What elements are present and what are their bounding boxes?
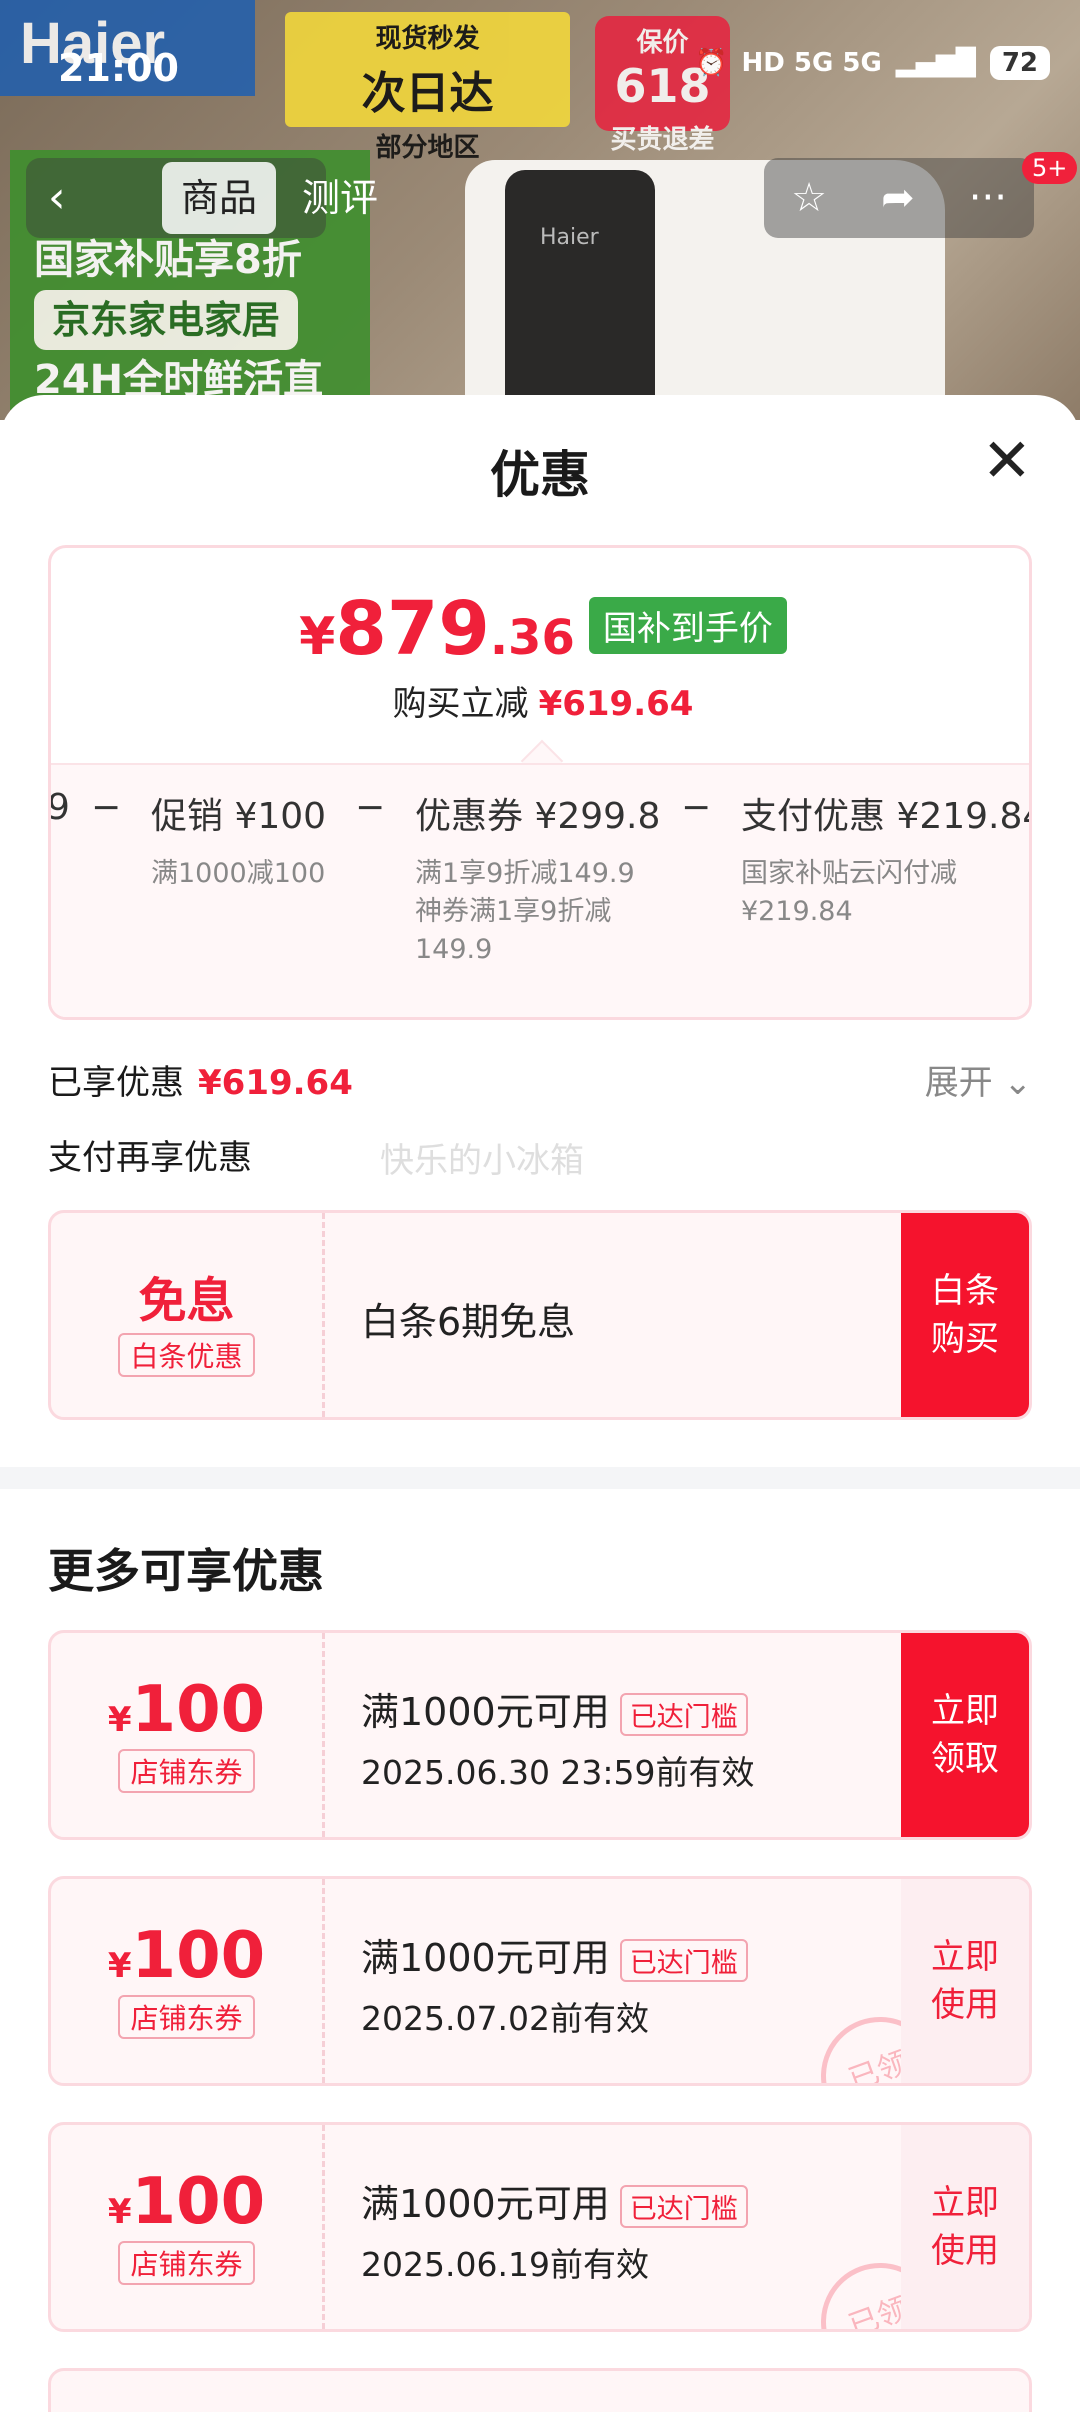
more-icon[interactable]: ··· [969, 175, 1007, 221]
more-discounts-title: 更多可享优惠 [48, 1544, 324, 1598]
minus-sign: − [355, 787, 386, 828]
coupon-condition: 满1000元可用 [361, 2182, 610, 2226]
chevron-down-icon: ⌄ [1003, 1063, 1033, 1103]
threshold-badge: 已达门槛 [619, 2185, 748, 2228]
coupon-yen: ¥ [107, 1700, 132, 1740]
coupon-value: 100 [131, 1673, 266, 1747]
device-brand: Haier [540, 225, 599, 250]
final-price-line: ¥879.36 国补到手价 [51, 586, 1029, 672]
coupon-amount-area: ¥100 店铺东券 [51, 2125, 325, 2329]
gov-subsidy-tag: 国补到手价 [588, 597, 787, 654]
coupon-validity: 2025.06.30 23:59前有效 [361, 1753, 755, 1792]
reduce-label: 购买立减 [392, 684, 529, 724]
threshold-badge: 已达门槛 [619, 1693, 748, 1736]
baitiao-buy-button[interactable]: 白条 购买 [901, 1213, 1029, 1417]
coupon-type-tag: 店铺东券 [118, 2241, 255, 2285]
coupon-condition: 满1000元可用 [361, 1690, 610, 1734]
coupon-yen: ¥ [107, 1946, 132, 1986]
status-time: 21:00 [58, 46, 179, 90]
breakdown-item-coupon: 优惠券 ¥299.8 满1享9折减149.9 神券满1享9折减 149.9 [415, 787, 661, 969]
price-yen: ¥ [299, 607, 336, 667]
coupon-value: 100 [131, 2165, 266, 2239]
chevron-left-icon: ‹ [48, 172, 66, 223]
baitiao-card: 免息 白条优惠 白条6期免息 白条 购买 [48, 1210, 1032, 1420]
use-coupon-button[interactable]: 立即 使用 [901, 2125, 1029, 2329]
breakdown-item-promo: 促销 ¥100 满1000减100 [151, 787, 326, 893]
breakdown-head: 支付优惠 ¥219.84 [741, 796, 1032, 837]
coupon-card: ¥100 店铺东券 满1000元可用 已达门槛 2025.06.30 23:59前… [48, 1630, 1032, 1840]
baitiao-desc-wrap: 白条6期免息 [361, 1291, 575, 1346]
pay-more-title: 支付再享优惠 [48, 1138, 252, 1178]
minus-sign: − [91, 787, 122, 828]
sheet-title: 优惠 [490, 446, 590, 504]
signal-icon: ▂▄▆█ [895, 48, 976, 78]
status-icons: ⏰ HD 5G 5G ▂▄▆█ 72 [695, 46, 1050, 80]
battery-icon: 72 [989, 46, 1050, 80]
coupon-type-tag: 店铺东券 [118, 1995, 255, 2039]
coupon-amount-area: ¥100 店铺东券 [51, 1879, 325, 2083]
baitiao-tag: 白条优惠 [118, 1333, 255, 1377]
nav-actions: ☆ ➦ ··· [764, 158, 1034, 238]
price-summary-card: ¥879.36 国补到手价 购买立减 ¥619.64 9 − 促销 ¥100 满1… [48, 545, 1032, 1020]
coupon-card: ¥100 店铺东券 满1000元可用 已达门槛 2025.06.19前有效 已领 … [48, 2122, 1032, 2332]
final-price: ¥879.36 [299, 586, 575, 672]
claim-coupon-button[interactable]: 立即 领取 [901, 1633, 1029, 1837]
price-integer: 879 [335, 586, 490, 672]
watermark-text: 快乐的小冰箱 [380, 1141, 584, 1181]
baitiao-desc: 白条6期免息 [361, 1300, 576, 1344]
price-decimal: .36 [489, 610, 575, 666]
coupon-validity: 2025.06.19前有效 [361, 2245, 649, 2284]
expand-toggle[interactable]: 展开 ⌄ [925, 1055, 1032, 1104]
alarm-icon: ⏰ [695, 48, 728, 78]
breakdown-sub: 国家补贴云闪付减 ¥219.84 [741, 858, 957, 927]
breakdown-head: 优惠券 ¥299.8 [415, 796, 661, 837]
reduce-value: ¥619.64 [538, 684, 694, 724]
section-divider [0, 1467, 1080, 1489]
enjoyed-label: 已享优惠 [48, 1063, 184, 1103]
threshold-badge: 已达门槛 [619, 1939, 748, 1982]
coupon-condition: 满1000元可用 [361, 1936, 610, 1980]
coupon-value: 100 [131, 1919, 266, 1993]
breakdown-head: 9 [48, 787, 70, 828]
device-panel [505, 170, 655, 420]
coupon-amount-area: ¥100 店铺东券 [51, 1633, 325, 1837]
status-bar: 21:00 ⏰ HD 5G 5G ▂▄▆█ 72 [0, 0, 1080, 140]
use-coupon-button[interactable]: 立即 使用 [901, 1879, 1029, 2083]
enjoyed-discount: 已享优惠 ¥619.64 [48, 1055, 353, 1104]
share-icon[interactable]: ➦ [881, 175, 915, 221]
coupon-info: 满1000元可用 已达门槛 2025.06.30 23:59前有效 [361, 1681, 755, 1794]
expand-label: 展开 [924, 1063, 993, 1103]
coupon-validity: 2025.07.02前有效 [361, 1999, 649, 2038]
coupon-amount: ¥100 [51, 2165, 322, 2239]
baitiao-left: 免息 白条优惠 [51, 1213, 325, 1417]
message-badge: 5+ [1022, 152, 1078, 184]
coupon-amount: ¥100 [51, 1673, 322, 1747]
enjoyed-value: ¥619.64 [198, 1063, 353, 1103]
promo-line1: 国家补贴享8折 [34, 237, 302, 283]
tab-review[interactable]: 测评 [302, 162, 378, 234]
breakdown-item-payment: 支付优惠 ¥219.84 国家补贴云闪付减 ¥219.84 [741, 787, 1032, 931]
network-indicator: HD 5G 5G [741, 48, 882, 78]
tab-goods[interactable]: 商品 [162, 162, 276, 234]
discount-sheet: 优惠 ✕ ¥879.36 国补到手价 购买立减 ¥619.64 9 − 促销 ¥1… [0, 395, 1080, 2412]
breakdown-sub: 满1000减100 [151, 858, 326, 889]
breakdown-head: 促销 ¥100 [151, 796, 327, 837]
discount-breakdown[interactable]: 9 − 促销 ¥100 满1000减100 − 优惠券 ¥299.8 满1享9折… [48, 763, 1032, 1017]
coupon-type-tag: 店铺东券 [118, 1749, 255, 1793]
coupon-amount: ¥100 [51, 1919, 322, 1993]
instant-reduction: 购买立减 ¥619.64 [51, 676, 1029, 725]
close-icon[interactable]: ✕ [982, 431, 1032, 491]
coupon-card-partial [48, 2368, 1032, 2412]
star-icon[interactable]: ☆ [791, 175, 827, 221]
coupon-info: 满1000元可用 已达门槛 2025.06.19前有效 [361, 2173, 748, 2286]
breakdown-item-partial: 9 [48, 787, 70, 828]
coupon-card: ¥100 店铺东券 满1000元可用 已达门槛 2025.07.02前有效 已领 … [48, 1876, 1032, 2086]
minus-sign: − [681, 787, 712, 828]
coupon-yen: ¥ [107, 2192, 132, 2232]
breakdown-sub: 满1享9折减149.9 神券满1享9折减 149.9 [415, 858, 635, 965]
coupon-info: 满1000元可用 已达门槛 2025.07.02前有效 [361, 1927, 748, 2040]
interest-free-label: 免息 [138, 1273, 235, 1329]
promo-line2: 京东家电家居 [34, 290, 299, 350]
